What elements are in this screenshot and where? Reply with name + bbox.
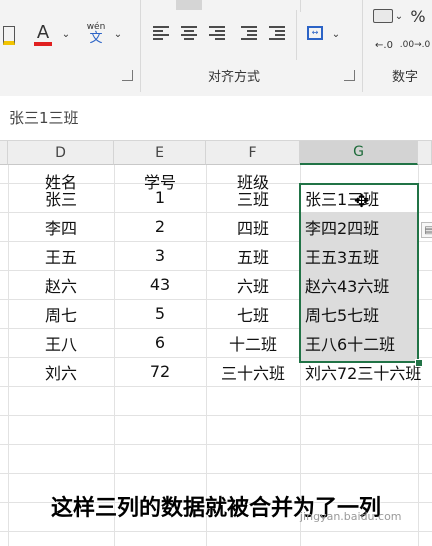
gridline: [0, 386, 432, 387]
gridline: [0, 473, 432, 474]
cell-d7[interactable]: 王八: [8, 328, 114, 357]
font-color-dropdown[interactable]: ⌄: [60, 26, 72, 42]
accounting-icon: [373, 9, 393, 23]
decrease-decimal-button[interactable]: .00→.0: [400, 34, 430, 56]
align-center-icon: [181, 26, 197, 40]
column-header-h-partial[interactable]: [418, 141, 432, 165]
accounting-format-button[interactable]: [370, 4, 396, 28]
alignment-dialog-launcher[interactable]: [344, 70, 355, 81]
ribbon-group-separator: [362, 0, 363, 92]
accounting-format-dropdown[interactable]: ⌄: [394, 8, 404, 24]
merge-center-button[interactable]: ↔: [302, 20, 328, 46]
column-header-f[interactable]: F: [206, 141, 300, 165]
font-color-button[interactable]: A: [28, 20, 58, 50]
cell-d2[interactable]: 张三: [8, 183, 114, 212]
cell-d3[interactable]: 李四: [8, 212, 114, 241]
cell-f7[interactable]: 十二班: [206, 328, 300, 357]
fill-color-button[interactable]: [0, 22, 18, 48]
align-left-button[interactable]: [148, 20, 174, 46]
align-right-button[interactable]: [204, 20, 230, 46]
number-group-label: 数字: [392, 70, 419, 85]
percent-icon: %: [410, 6, 426, 26]
watermark: jingyan.baidu.com: [300, 510, 402, 523]
top-align-button[interactable]: [176, 0, 202, 10]
column-header-partial[interactable]: [0, 141, 8, 165]
phonetic-char-icon: 文: [89, 31, 103, 46]
quick-analysis-icon[interactable]: ▤: [421, 222, 432, 238]
merge-center-icon: ↔: [307, 26, 323, 40]
decrease-decimal-icon: .00→.0: [399, 40, 431, 50]
fill-handle[interactable]: [415, 359, 423, 367]
decrease-indent-icon: [241, 26, 257, 40]
column-header-d[interactable]: D: [8, 141, 114, 165]
cell-d5[interactable]: 赵六: [8, 270, 114, 299]
percent-style-button[interactable]: %: [406, 4, 430, 28]
cell-d4[interactable]: 王五: [8, 241, 114, 270]
cell-e8[interactable]: 72: [114, 357, 206, 386]
font-color-swatch: [34, 42, 52, 46]
formula-bar-content[interactable]: 张三1三班: [9, 107, 79, 128]
cell-f5[interactable]: 六班: [206, 270, 300, 299]
ribbon: A ⌄ wén 文 ⌄ ↔ ⌄ 对齐方式 ⌄ % ←.0 .00→.0 数字: [0, 0, 432, 97]
alignment-group-label: 对齐方式: [208, 70, 261, 85]
cell-e6[interactable]: 5: [114, 299, 206, 328]
align-center-button[interactable]: [176, 20, 202, 46]
align-right-icon: [209, 26, 225, 40]
gridline: [0, 444, 432, 445]
cell-d6[interactable]: 周七: [8, 299, 114, 328]
ribbon-group-separator: [300, 0, 301, 12]
column-header-g[interactable]: G: [300, 141, 418, 165]
decrease-indent-button[interactable]: [236, 20, 262, 46]
align-left-icon: [153, 26, 169, 40]
cell-e2[interactable]: 1: [114, 183, 206, 212]
gridline: [0, 531, 432, 532]
font-dialog-launcher[interactable]: [122, 70, 133, 81]
cell-f8[interactable]: 三十六班: [206, 357, 300, 386]
cell-d8[interactable]: 刘六: [8, 357, 114, 386]
cell-f4[interactable]: 五班: [206, 241, 300, 270]
increase-decimal-icon: ←.0: [375, 39, 393, 51]
cell-e7[interactable]: 6: [114, 328, 206, 357]
formula-bar[interactable]: 张三1三班: [0, 96, 432, 141]
move-cursor-icon: ✥: [354, 191, 370, 212]
increase-indent-icon: [269, 26, 285, 40]
cell-e5[interactable]: 43: [114, 270, 206, 299]
cell-f3[interactable]: 四班: [206, 212, 300, 241]
column-header-e[interactable]: E: [114, 141, 206, 165]
font-color-icon: A: [36, 22, 50, 43]
gridline: [0, 415, 432, 416]
cell-f6[interactable]: 七班: [206, 299, 300, 328]
phonetic-dropdown[interactable]: ⌄: [112, 26, 124, 42]
ribbon-group-separator: [140, 0, 141, 92]
cell-f2[interactable]: 三班: [206, 183, 300, 212]
paint-bucket-icon: [3, 25, 15, 45]
increase-indent-button[interactable]: [264, 20, 290, 46]
phonetic-button[interactable]: wén 文: [84, 18, 108, 50]
cell-e3[interactable]: 2: [114, 212, 206, 241]
merge-center-dropdown[interactable]: ⌄: [330, 26, 342, 42]
cell-e4[interactable]: 3: [114, 241, 206, 270]
ribbon-group-separator: [296, 10, 297, 60]
increase-decimal-button[interactable]: ←.0: [370, 34, 398, 56]
